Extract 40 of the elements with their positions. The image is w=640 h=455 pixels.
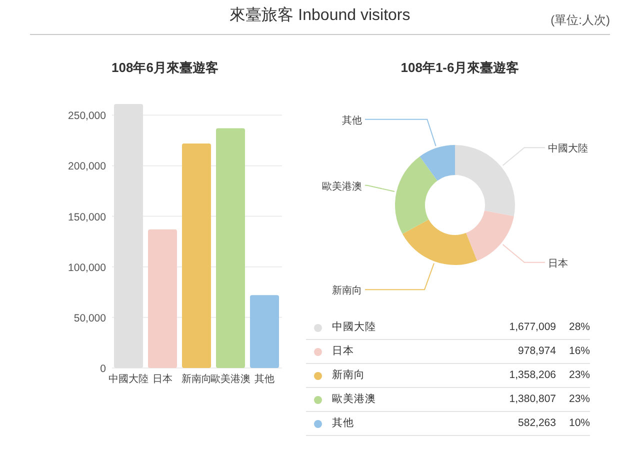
- leader-line: [364, 118, 436, 147]
- axis-label: 0: [100, 363, 106, 375]
- legend-share: 16%: [568, 344, 590, 359]
- legend-value: 1,358,206: [509, 368, 556, 383]
- legend-value: 1,380,807: [509, 392, 556, 407]
- legend-name: 歐美港澳: [332, 392, 377, 407]
- slice-label: 歐美港澳: [322, 181, 362, 192]
- chart-title: 108年1-6月來臺遊客: [400, 59, 520, 77]
- axis-label: 200,000: [68, 160, 106, 173]
- leader-line: [364, 184, 395, 192]
- axis-label: 中國大陸: [108, 374, 148, 385]
- axis-label: 其他: [254, 374, 274, 385]
- slice-label: 日本: [548, 258, 568, 270]
- axis-label: 150,000: [68, 211, 106, 224]
- legend-name: 其他: [332, 416, 355, 431]
- legend-share: 10%: [568, 416, 590, 431]
- axis-label: 100,000: [68, 262, 106, 274]
- chart-title: 108年6月來臺遊客: [112, 59, 218, 77]
- legend-name: 中國大陸: [332, 320, 377, 335]
- legend-value: 978,974: [518, 344, 556, 359]
- leader-line: [502, 147, 546, 166]
- slice-label: 中國大陸: [548, 144, 588, 155]
- axis-label: 新南向: [182, 374, 212, 385]
- leader-line: [502, 244, 546, 263]
- axis-label: 50,000: [74, 312, 106, 324]
- legend-share: 28%: [568, 320, 590, 335]
- legend-share: 23%: [568, 368, 590, 383]
- axis-label: 歐美港澳: [210, 374, 250, 385]
- legend-share: 23%: [568, 392, 590, 407]
- leader-line: [364, 262, 434, 290]
- axis-label: 250,000: [68, 110, 106, 122]
- legend-value: 582,263: [518, 416, 556, 431]
- slice-label: 其他: [342, 115, 362, 126]
- axis-label: 日本: [152, 374, 172, 385]
- legend-value: 1,677,009: [509, 320, 556, 335]
- unit-label: (單位:人次): [550, 12, 610, 29]
- legend-name: 新南向: [332, 368, 366, 383]
- slice-label: 新南向: [332, 286, 362, 297]
- legend-name: 日本: [332, 344, 355, 359]
- page-title: 來臺旅客 Inbound visitors: [230, 6, 410, 26]
